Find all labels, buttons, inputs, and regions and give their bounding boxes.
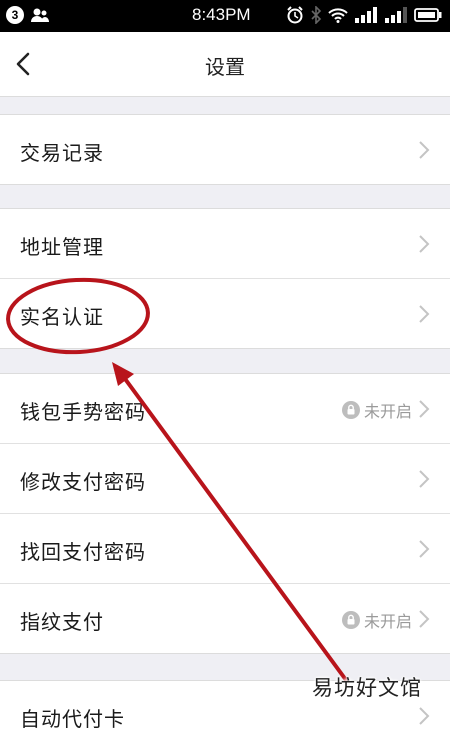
alarm-icon xyxy=(287,6,303,24)
chevron-right-icon xyxy=(419,470,430,488)
settings-item-wallet-gesture-password[interactable]: 钱包手势密码 未开启 xyxy=(0,374,450,444)
lock-icon xyxy=(341,401,360,419)
chevron-right-icon xyxy=(419,141,430,159)
chevron-right-icon xyxy=(419,610,430,628)
status-bar: 3 8:43PM xyxy=(0,0,450,32)
status-indicator: 未开启 xyxy=(341,398,412,422)
settings-item-label: 交易记录 xyxy=(20,141,104,165)
lock-icon xyxy=(341,611,360,629)
settings-item-label: 自动代付卡 xyxy=(20,707,125,731)
bluetooth-icon xyxy=(311,6,322,24)
clock: 8:43PM xyxy=(192,5,251,24)
chevron-right-icon xyxy=(419,235,430,253)
navigation-bar: 设置 xyxy=(0,32,450,97)
settings-item-real-name-verification[interactable]: 实名认证 xyxy=(0,279,450,348)
chevron-right-icon xyxy=(419,400,430,418)
settings-item-recover-payment-password[interactable]: 找回支付密码 xyxy=(0,514,450,584)
battery-icon xyxy=(414,8,442,22)
settings-group-security: 钱包手势密码 未开启 修改支付密码 找回支付密码 指纹支付 未开启 xyxy=(0,373,450,654)
signal-strength-icon-2 xyxy=(385,7,407,23)
settings-group-account: 地址管理 实名认证 xyxy=(0,208,450,349)
chevron-right-icon xyxy=(419,540,430,558)
settings-item-label: 钱包手势密码 xyxy=(20,400,146,424)
page-title: 设置 xyxy=(205,55,245,79)
notification-count-badge: 3 xyxy=(6,6,24,24)
status-text: 未开启 xyxy=(363,612,412,631)
settings-item-change-payment-password[interactable]: 修改支付密码 xyxy=(0,444,450,514)
watermark: 易坊好文馆 xyxy=(312,676,422,700)
wifi-icon xyxy=(328,8,348,23)
settings-item-label: 地址管理 xyxy=(20,235,104,259)
settings-item-fingerprint-payment[interactable]: 指纹支付 未开启 xyxy=(0,584,450,653)
settings-item-label: 找回支付密码 xyxy=(20,540,146,564)
settings-item-label: 修改支付密码 xyxy=(20,470,146,494)
settings-item-label: 指纹支付 xyxy=(20,610,104,634)
chevron-right-icon xyxy=(419,707,430,725)
contacts-icon xyxy=(31,8,49,22)
signal-strength-icon xyxy=(355,7,377,23)
settings-group-records: 交易记录 xyxy=(0,114,450,185)
status-text: 未开启 xyxy=(363,402,412,421)
settings-item-label: 实名认证 xyxy=(20,305,104,329)
chevron-right-icon xyxy=(419,305,430,323)
status-indicator: 未开启 xyxy=(341,608,412,632)
settings-item-address-management[interactable]: 地址管理 xyxy=(0,209,450,279)
settings-item-transaction-records[interactable]: 交易记录 xyxy=(0,115,450,184)
